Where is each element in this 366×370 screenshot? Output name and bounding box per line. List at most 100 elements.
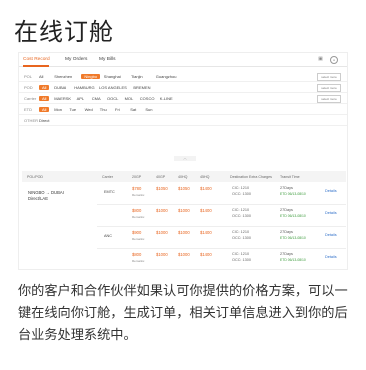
price-20gp: $800 [132,252,142,257]
filter-label: Carrier [24,96,37,101]
results-table-header: POL/POD Carrier 20GP 40GP 40HQ 45HQ Dest… [22,171,346,182]
route-ports: NINGBO → DUBAI [28,190,64,195]
header-40hq: 40HQ [178,174,188,179]
app-screenshot: Cost Record My Orders My Bills ▣ ● POL Al… [18,52,348,270]
extra-charge: CIC: 1210 [232,208,250,212]
filter-row: POD All DUBAI HAMBURG LOS ANGELES BREMEN selec… [19,82,347,93]
filter-option[interactable]: DUBAI [54,85,66,90]
filter-option[interactable]: MAERSK [54,96,71,101]
header-40gp: 40GP [156,174,166,179]
transit-days: 27Days [280,230,293,234]
filter-option[interactable]: Guangzhou [156,74,177,79]
filter-label: OTHER [24,118,38,123]
filter-option[interactable]: All [39,95,50,101]
extra-charge: OCC: 1300 [232,191,251,196]
select-more-button[interactable]: select more [317,73,341,81]
active-tab-indicator [23,65,49,67]
tab-my-bills[interactable]: My Bills [99,57,116,62]
price-45hq: $1400 [200,252,212,257]
header-45hq: 45HQ [200,174,210,179]
price-40hq: $1000 [178,230,190,235]
price-45hq: $1400 [200,208,212,213]
filter-option[interactable]: All [39,84,50,90]
filter-option[interactable]: All [39,106,50,112]
filter-option[interactable]: Tianjin [131,74,143,79]
filter-row: ETD All Mon Tue Wed Thu Fri Sat Sun [19,104,347,115]
transit-days: 27Days [280,208,293,212]
filter-row: Carrier All MAERSK APL CMA OOCL MOL COSCO K-LINE… [19,93,347,104]
price-40gp: $1050 [156,186,168,191]
etd-range: ETD 06/13-08/10 [280,191,306,196]
price-40gp: $1000 [156,230,168,235]
filter-option[interactable]: Sat [130,107,136,112]
details-link[interactable]: Details [325,233,337,237]
details-link[interactable]: Details [325,211,337,215]
filter-option[interactable]: Shanghai [104,74,121,79]
details-link[interactable]: Details [325,255,337,259]
transit-days: 27Days [280,252,293,256]
details-link[interactable]: Details [325,189,337,193]
price-40hq: $1050 [178,186,190,191]
remarks-label: Remarks: [132,215,145,219]
filter-option[interactable]: Sun [145,107,152,112]
extra-charge: OCC: 1300 [232,213,251,218]
etd-range: ETD 06/13-08/10 [280,257,306,262]
header-pol-pod: POL/POD [27,174,43,179]
remarks-label: Remarks: [132,259,145,263]
filter-option[interactable]: COSCO [140,96,155,101]
collapse-filters-button[interactable]: ︿ [174,156,196,161]
filter-row: OTHER Direct [19,115,347,126]
filter-option[interactable]: Thu [100,107,107,112]
price-40hq: $1000 [178,208,190,213]
header-carrier: Carrier [102,174,113,179]
price-20gp: $900 [132,230,142,235]
filter-option[interactable]: APL [77,96,85,101]
tab-cost-record[interactable]: Cost Record [23,57,50,62]
route-cell: NINGBO → DUBAI Direct/LAE [28,190,64,201]
filter-option[interactable]: K-LINE [160,96,173,101]
filter-option[interactable]: LOS ANGELES [99,85,127,90]
price-20gp: $800 [132,208,142,213]
page-title: 在线订舱 [14,18,114,46]
header-extra-charges: Destination Extra Charges [230,174,272,179]
results-table-body: NINGBO → DUBAI Direct/LAE EMTC $780 $1050 $… [22,182,346,269]
etd-range: ETD 06/13-08/10 [280,213,306,218]
header-20gp: 20GP [132,174,142,179]
tab-my-orders[interactable]: My Orders [65,57,87,62]
transit-days: 27Days [280,186,293,190]
filter-option[interactable]: BREMEN [133,85,150,90]
price-40gp: $1000 [156,252,168,257]
price-45hq: $1400 [200,186,212,191]
chat-icon[interactable]: ▣ [317,56,324,63]
filter-option[interactable]: Tue [69,107,76,112]
filter-option[interactable]: MOL [125,96,134,101]
filter-option[interactable]: Direct [39,118,49,123]
user-icon[interactable]: ● [330,56,338,64]
extra-charge: CIC: 1210 [232,252,250,256]
filter-option[interactable]: Mon [54,107,62,112]
filter-row: POL All Shenzhen Ningbo Shanghai Tianjin Guang… [19,71,347,82]
filter-option[interactable]: CMA [92,96,101,101]
filter-label: POL [24,74,33,79]
extra-charge: CIC: 1210 [232,230,250,234]
filter-label: ETD [24,107,32,112]
remarks-label: Remarks: [132,237,145,241]
filter-option[interactable]: Shenzhen [54,74,72,79]
filter-option[interactable]: OOCL [107,96,118,101]
filter-option[interactable]: Fri [115,107,120,112]
extra-charge: OCC: 1300 [232,235,251,240]
header-transit-time: Transit Time [280,174,300,179]
select-more-button[interactable]: select more [317,84,341,92]
filter-option[interactable]: HAMBURG [74,85,94,90]
price-20gp: $780 [132,186,142,191]
price-45hq: $1400 [200,230,212,235]
route-type: Direct/LAE [28,195,49,201]
select-more-button[interactable]: select more [317,95,341,103]
filter-option[interactable]: All [39,74,43,79]
price-40gp: $1000 [156,208,168,213]
price-40hq: $1000 [178,252,190,257]
feature-description: 你的客户和合作伙伴如果认可你提供的价格方案，可以一键在线向你订舱，生成订单，相关… [18,284,348,343]
extra-charge: CIC: 1210 [232,186,250,190]
filter-option[interactable]: Ningbo [81,73,101,79]
filter-option[interactable]: Wed [85,107,93,112]
